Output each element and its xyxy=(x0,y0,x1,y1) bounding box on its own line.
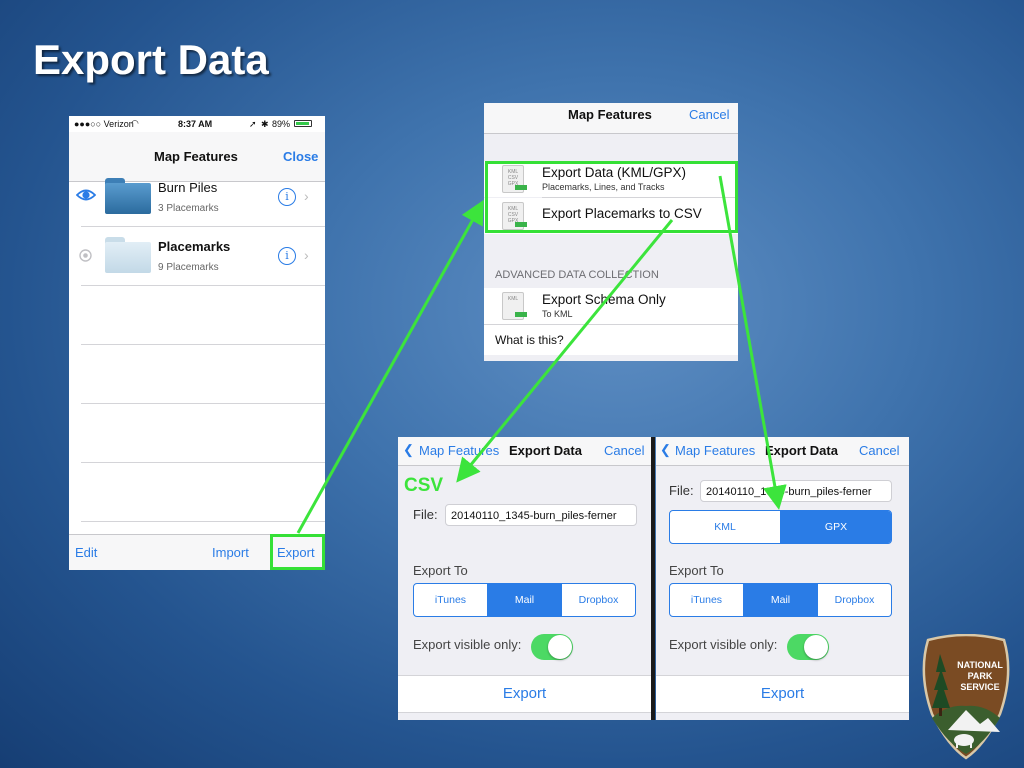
nps-arrowhead-logo: NATIONAL PARK SERVICE xyxy=(922,634,1010,760)
flow-arrows xyxy=(296,175,787,534)
logo-text-line: NATIONAL xyxy=(957,660,1003,670)
logo-text-line: SERVICE xyxy=(960,682,999,692)
arrow-menu-to-gpx xyxy=(718,175,787,510)
logo-text-line: PARK xyxy=(968,671,993,681)
arrow-menu-to-csv xyxy=(456,219,674,483)
arrow-export-to-menu xyxy=(296,199,484,534)
